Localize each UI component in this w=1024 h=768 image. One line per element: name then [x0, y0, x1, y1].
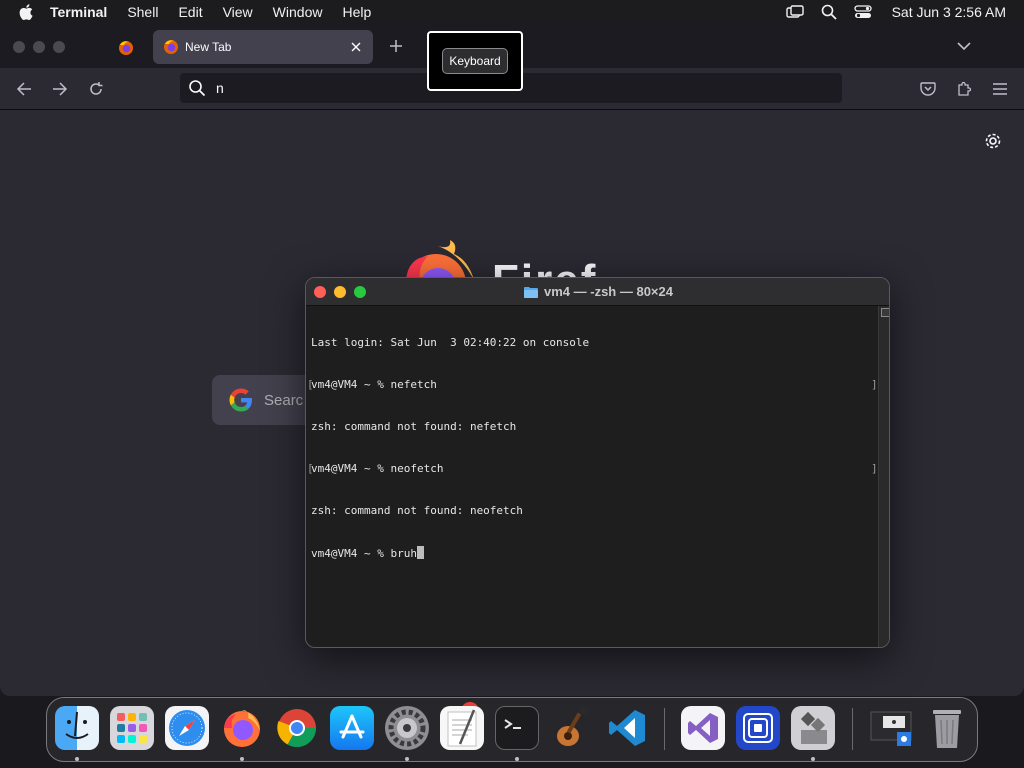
apple-menu-icon[interactable]	[16, 2, 36, 22]
dock-vscode-icon[interactable]	[605, 706, 649, 750]
tab-new-tab[interactable]: New Tab	[153, 30, 373, 64]
terminal-line-wrap: [vm4@VM4 ~ % nefetch]	[307, 378, 878, 392]
google-g-icon	[229, 388, 252, 412]
terminal-prompt-line: vm4@VM4 ~ % bruh	[311, 547, 417, 560]
terminal-line-wrap: vm4@VM4 ~ % bruh	[311, 546, 873, 560]
search-icon	[189, 80, 206, 97]
terminal-line: zsh: command not found: neofetch	[311, 504, 523, 517]
line-mark-bracket-right: ]	[871, 462, 878, 475]
line-mark-bracket-left: [	[307, 462, 314, 475]
tab-list-chevron-down-icon[interactable]	[954, 36, 974, 56]
dock-safari-icon[interactable]	[165, 706, 209, 750]
menu-help[interactable]: Help	[342, 4, 371, 20]
firefox-favicon-icon	[119, 41, 133, 55]
dock: 1	[46, 697, 978, 762]
tab-title: New Tab	[185, 40, 232, 54]
keyboard-tooltip: Keyboard	[427, 31, 523, 91]
line-mark-bracket-left: [	[307, 378, 314, 391]
firefox-favicon-icon	[164, 40, 178, 54]
pinned-tab-firefox[interactable]	[108, 32, 144, 64]
menu-edit[interactable]: Edit	[178, 4, 202, 20]
dock-separator	[852, 708, 853, 750]
forward-arrow-icon[interactable]	[50, 79, 70, 99]
dock-display-manager-icon[interactable]	[869, 706, 913, 750]
dock-trash-icon[interactable]	[925, 706, 969, 750]
terminal-title-bar[interactable]: vm4 — -zsh — 80×24	[306, 278, 889, 306]
dock-simulator-icon[interactable]	[736, 706, 780, 750]
hamburger-menu-icon[interactable]	[990, 79, 1010, 99]
tab-close-icon[interactable]	[347, 38, 365, 56]
dock-textedit-icon[interactable]	[440, 706, 484, 750]
dock-chrome-icon[interactable]	[275, 706, 319, 750]
spotlight-search-icon[interactable]	[820, 3, 838, 21]
terminal-line: Last login: Sat Jun 3 02:40:22 on consol…	[311, 336, 590, 349]
dock-app-store-icon[interactable]	[330, 706, 374, 750]
terminal-cursor	[416, 546, 424, 559]
extensions-puzzle-icon[interactable]	[954, 79, 974, 99]
menubar-clock[interactable]: Sat Jun 3 2:56 AM	[892, 4, 1006, 20]
terminal-scroll-marker-icon[interactable]	[881, 308, 889, 317]
keyboard-tooltip-label: Keyboard	[442, 48, 508, 74]
new-tab-settings-gear-icon[interactable]	[983, 131, 1003, 151]
dock-running-indicator	[515, 757, 519, 761]
dock-garageband-icon[interactable]	[550, 706, 594, 750]
terminal-line: zsh: command not found: nefetch	[311, 420, 517, 433]
terminal-window: vm4 — -zsh — 80×24 Last login: Sat Jun 3…	[305, 277, 890, 648]
dock-separator	[664, 708, 665, 750]
terminal-close-button[interactable]	[314, 286, 326, 298]
dock-terminal-icon[interactable]	[495, 706, 539, 750]
menu-shell[interactable]: Shell	[127, 4, 158, 20]
terminal-content[interactable]: Last login: Sat Jun 3 02:40:22 on consol…	[306, 306, 878, 647]
terminal-line: vm4@VM4 ~ % neofetch	[311, 462, 444, 475]
new-tab-plus-icon[interactable]	[386, 36, 406, 56]
terminal-line: vm4@VM4 ~ % nefetch	[311, 378, 437, 391]
firefox-minimize-button[interactable]	[33, 41, 45, 53]
firefox-close-button[interactable]	[13, 41, 25, 53]
dock-system-settings-icon[interactable]	[385, 706, 429, 750]
firefox-zoom-button[interactable]	[53, 41, 65, 53]
terminal-scrollbar[interactable]	[878, 306, 889, 647]
folder-icon	[524, 286, 538, 298]
menu-bar: Terminal Shell Edit View Window Help Sat…	[0, 0, 1024, 24]
menu-view[interactable]: View	[223, 4, 253, 20]
terminal-minimize-button[interactable]	[334, 286, 346, 298]
menu-window[interactable]: Window	[273, 4, 323, 20]
terminal-title: vm4 — -zsh — 80×24	[544, 284, 673, 299]
control-center-icon[interactable]	[853, 3, 872, 21]
dock-boot-camp-icon[interactable]	[791, 706, 835, 750]
dock-firefox-icon[interactable]	[220, 706, 264, 750]
reload-icon[interactable]	[86, 79, 106, 99]
terminal-zoom-button[interactable]	[354, 286, 366, 298]
terminal-line-wrap: [vm4@VM4 ~ % neofetch]	[307, 462, 878, 476]
dock-running-indicator	[240, 757, 244, 761]
dock-visual-studio-icon[interactable]	[681, 706, 725, 750]
dock-running-indicator	[811, 757, 815, 761]
back-arrow-icon[interactable]	[14, 79, 34, 99]
pocket-icon[interactable]	[918, 79, 938, 99]
dock-finder-icon[interactable]	[55, 706, 99, 750]
dock-running-indicator	[405, 757, 409, 761]
google-search-placeholder: Searc	[264, 391, 304, 409]
menu-app-terminal[interactable]: Terminal	[50, 4, 107, 20]
screen-mirroring-icon[interactable]	[785, 3, 804, 21]
dock-launchpad-icon[interactable]	[110, 706, 154, 750]
line-mark-bracket-right: ]	[871, 378, 878, 391]
dock-running-indicator	[75, 757, 79, 761]
